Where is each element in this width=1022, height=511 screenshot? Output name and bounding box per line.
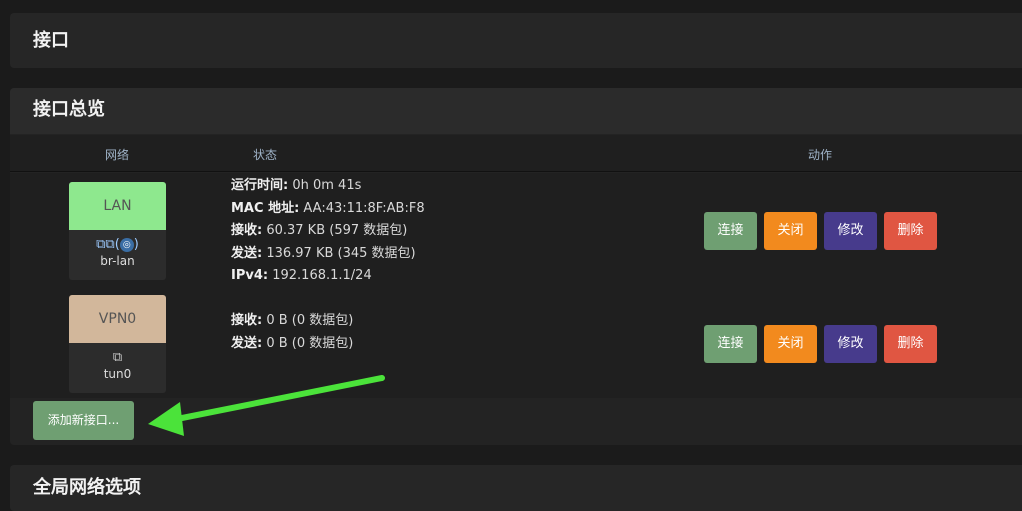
global-options-panel: 全局网络选项 bbox=[10, 465, 1022, 511]
interface-name-lan: LAN bbox=[69, 182, 166, 230]
status-label: 接收: bbox=[231, 223, 263, 238]
table-row-lan: LAN ⧉⧉(◎) br-lan 运行时间: 0h 0m 41s MAC 地址:… bbox=[10, 173, 1022, 286]
table-row-vpn0: VPN0 ⧉ tun0 接收: 0 B (0 数据包) 发送: 0 B (0 数… bbox=[10, 286, 1022, 398]
overview-title: 接口总览 bbox=[10, 88, 1022, 134]
status-value: 0 B (0 数据包) bbox=[262, 313, 354, 328]
table-header: 网络 状态 动作 bbox=[10, 135, 1022, 172]
interface-device-box: ⧉⧉(◎) br-lan bbox=[69, 230, 166, 280]
actions-vpn0: 连接 关闭 修改 删除 bbox=[704, 325, 944, 363]
global-options-title: 全局网络选项 bbox=[33, 477, 141, 498]
status-value: 136.97 KB (345 数据包) bbox=[262, 245, 416, 261]
interfaces-header-panel: 接口 bbox=[10, 13, 1022, 68]
interface-badge-lan: LAN ⧉⧉(◎) br-lan bbox=[69, 182, 166, 280]
edit-button[interactable]: 修改 bbox=[824, 212, 877, 250]
status-value: 192.168.1.1/24 bbox=[268, 268, 372, 283]
status-label: IPv4: bbox=[231, 268, 269, 283]
status-label: 发送: bbox=[231, 335, 263, 351]
status-label: 接收: bbox=[231, 313, 263, 328]
connect-button[interactable]: 连接 bbox=[704, 212, 757, 250]
delete-button[interactable]: 删除 bbox=[884, 325, 937, 363]
edit-button[interactable]: 修改 bbox=[824, 325, 877, 363]
close-button[interactable]: 关闭 bbox=[764, 212, 817, 250]
interface-badge-vpn0: VPN0 ⧉ tun0 bbox=[69, 295, 166, 393]
interface-device-box: ⧉ tun0 bbox=[69, 343, 166, 393]
status-value: 0 B (0 数据包) bbox=[262, 335, 354, 351]
page-title: 接口 bbox=[33, 30, 69, 51]
actions-lan: 连接 关闭 修改 删除 bbox=[704, 212, 944, 250]
status-label: MAC 地址: bbox=[231, 200, 300, 216]
status-vpn0: 接收: 0 B (0 数据包) 发送: 0 B (0 数据包) bbox=[231, 310, 353, 355]
device-name-vpn0: tun0 bbox=[103, 367, 132, 381]
status-value: 0h 0m 41s bbox=[288, 178, 362, 193]
status-lan: 运行时间: 0h 0m 41s MAC 地址: AA:43:11:8F:AB:F… bbox=[231, 175, 425, 288]
status-value: AA:43:11:8F:AB:F8 bbox=[299, 200, 425, 216]
col-network-header: 网络 bbox=[105, 148, 130, 162]
connect-button[interactable]: 连接 bbox=[704, 325, 757, 363]
tunnel-device-icon: ⧉ bbox=[112, 350, 123, 365]
col-actions-header: 动作 bbox=[808, 148, 833, 162]
add-interface-button[interactable]: 添加新接口... bbox=[33, 401, 134, 440]
delete-button[interactable]: 删除 bbox=[884, 212, 937, 250]
status-label: 发送: bbox=[231, 245, 263, 261]
interface-name-vpn0: VPN0 bbox=[69, 295, 166, 343]
network-device-icon: ⧉⧉(◎) bbox=[96, 237, 139, 252]
status-value: 60.37 KB (597 数据包) bbox=[262, 223, 408, 238]
wireless-icon: ◎ bbox=[119, 237, 134, 252]
device-name-lan: br-lan bbox=[100, 254, 135, 268]
status-label: 运行时间: bbox=[231, 178, 289, 193]
interface-overview-panel: 接口总览 网络 状态 动作 LAN ⧉⧉(◎) br-lan 运行时间: 0h … bbox=[10, 88, 1022, 445]
col-status-header: 状态 bbox=[253, 148, 278, 162]
close-button[interactable]: 关闭 bbox=[764, 325, 817, 363]
